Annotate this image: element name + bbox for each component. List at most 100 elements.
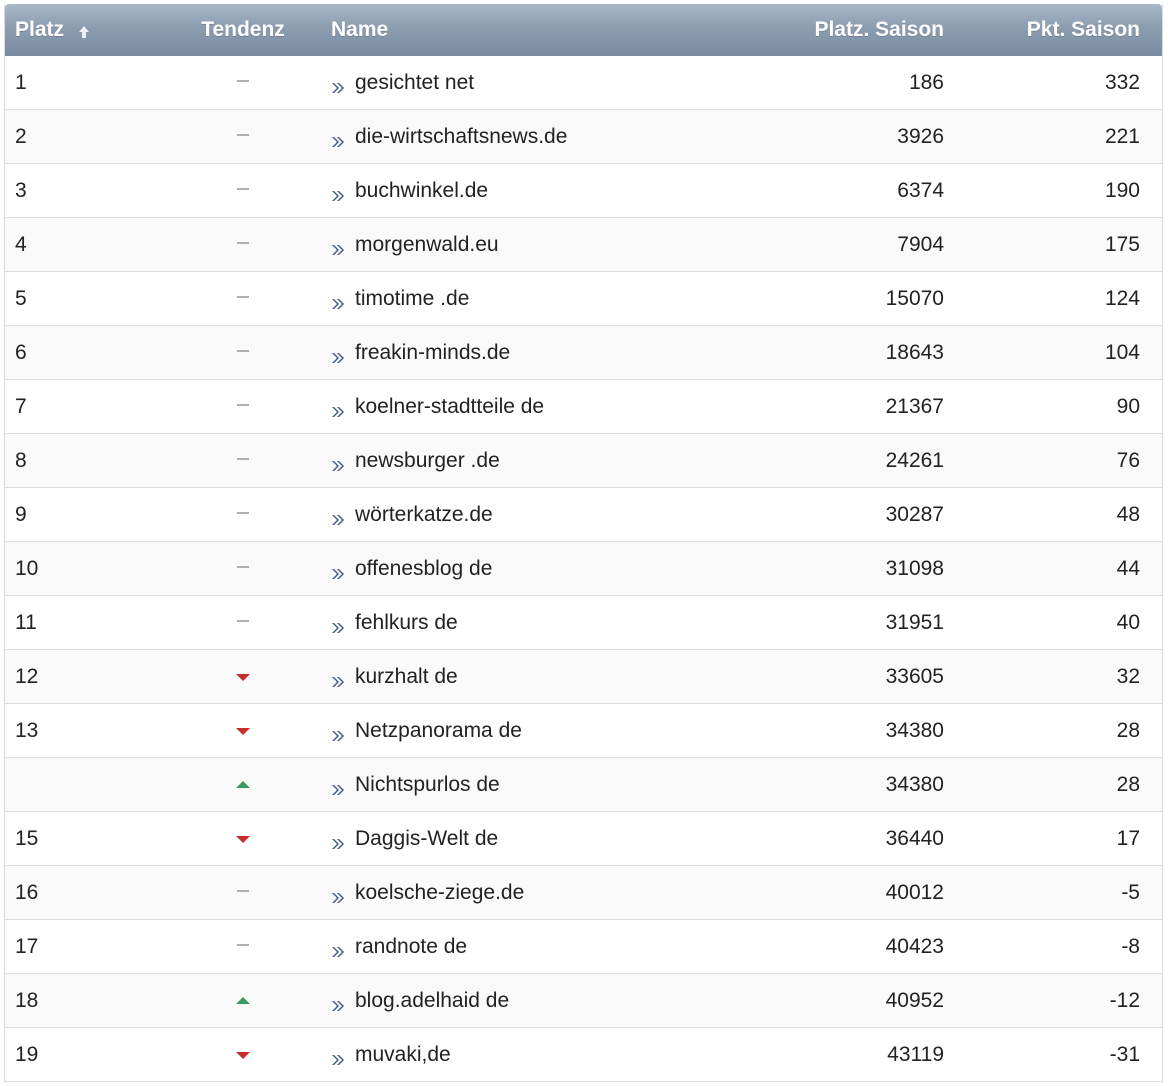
cell-tendenz: [175, 455, 311, 467]
cell-tendenz: [175, 239, 311, 251]
site-name-link[interactable]: offenesblog de: [355, 557, 492, 581]
cell-name[interactable]: Nichtspurlos de: [311, 773, 601, 797]
site-name-link[interactable]: muvaki,de: [355, 1043, 451, 1067]
cell-platz-saison: 31098: [885, 556, 944, 580]
site-name-link[interactable]: Daggis-Welt de: [355, 827, 498, 851]
cell-name[interactable]: Netzpanorama de: [311, 719, 601, 743]
double-chevron-right-icon: [331, 239, 345, 255]
site-name-link[interactable]: buchwinkel.de: [355, 179, 488, 203]
cell-platz-saison: 31951: [885, 610, 944, 634]
double-chevron-right-icon: [331, 455, 345, 471]
cell-platz: 10: [15, 556, 39, 580]
site-name-link[interactable]: timotime .de: [355, 287, 469, 311]
double-chevron-right-icon: [331, 185, 345, 201]
double-chevron-right-icon: [331, 671, 345, 687]
cell-pkt-saison: 76: [1116, 448, 1140, 472]
trend-same-icon: [235, 941, 251, 953]
site-name-link[interactable]: newsburger .de: [355, 449, 500, 473]
cell-name[interactable]: fehlkurs de: [311, 611, 601, 635]
cell-pkt-saison: -5: [1121, 880, 1140, 904]
cell-platz: 19: [15, 1042, 39, 1066]
table-header: Platz Tendenz Name Platz. Saison Pkt. Sa…: [5, 4, 1162, 56]
double-chevron-right-icon: [331, 131, 345, 147]
site-name-link[interactable]: Nichtspurlos de: [355, 773, 500, 797]
trend-same-icon: [235, 509, 251, 521]
cell-platz-saison: 30287: [885, 502, 944, 526]
cell-tendenz: [175, 347, 311, 359]
table-body: 1 gesichtet net 186 332 2 die-wirtschaft…: [5, 56, 1162, 1082]
cell-name[interactable]: offenesblog de: [311, 557, 601, 581]
cell-name[interactable]: koelsche-ziege.de: [311, 881, 601, 905]
table-row: 5 timotime .de 15070 124: [5, 272, 1162, 326]
site-name-link[interactable]: blog.adelhaid de: [355, 989, 509, 1013]
cell-platz-saison: 21367: [885, 394, 944, 418]
cell-pkt-saison: -31: [1109, 1042, 1140, 1066]
trend-same-icon: [235, 347, 251, 359]
site-name-link[interactable]: gesichtet net: [355, 71, 474, 95]
double-chevron-right-icon: [331, 509, 345, 525]
sort-ascending-icon[interactable]: [78, 21, 90, 38]
cell-tendenz: [175, 77, 311, 89]
site-name-link[interactable]: freakin-minds.de: [355, 341, 510, 365]
cell-name[interactable]: newsburger .de: [311, 449, 601, 473]
cell-name[interactable]: randnote de: [311, 935, 601, 959]
cell-name[interactable]: Daggis-Welt de: [311, 827, 601, 851]
cell-name[interactable]: wörterkatze.de: [311, 503, 601, 527]
cell-name[interactable]: morgenwald.eu: [311, 233, 601, 257]
trend-same-icon: [235, 563, 251, 575]
cell-platz: 5: [15, 286, 27, 310]
column-header-tendenz[interactable]: Tendenz: [175, 18, 311, 42]
double-chevron-right-icon: [331, 833, 345, 849]
trend-same-icon: [235, 77, 251, 89]
cell-platz-saison: 36440: [885, 826, 944, 850]
trend-same-icon: [235, 455, 251, 467]
cell-name[interactable]: timotime .de: [311, 287, 601, 311]
cell-name[interactable]: die-wirtschaftsnews.de: [311, 125, 601, 149]
site-name-link[interactable]: randnote de: [355, 935, 467, 959]
double-chevron-right-icon: [331, 293, 345, 309]
site-name-link[interactable]: wörterkatze.de: [355, 503, 493, 527]
cell-name[interactable]: blog.adelhaid de: [311, 989, 601, 1013]
cell-platz: 15: [15, 826, 39, 850]
cell-tendenz: [175, 887, 311, 899]
cell-platz-saison: 34380: [885, 718, 944, 742]
cell-name[interactable]: freakin-minds.de: [311, 341, 601, 365]
site-name-link[interactable]: koelsche-ziege.de: [355, 881, 524, 905]
cell-platz: 16: [15, 880, 39, 904]
double-chevron-right-icon: [331, 77, 345, 93]
cell-platz-saison: 186: [908, 70, 944, 94]
site-name-link[interactable]: koelner-stadtteile de: [355, 395, 544, 419]
cell-tendenz: [175, 563, 311, 575]
column-header-pkt-saison[interactable]: Pkt. Saison: [944, 18, 1150, 42]
cell-name[interactable]: muvaki,de: [311, 1043, 601, 1067]
cell-name[interactable]: buchwinkel.de: [311, 179, 601, 203]
table-row: 12 kurzhalt de 33605 32: [5, 650, 1162, 704]
column-header-platz[interactable]: Platz: [5, 18, 175, 42]
double-chevron-right-icon: [331, 779, 345, 795]
cell-name[interactable]: kurzhalt de: [311, 665, 601, 689]
cell-name[interactable]: koelner-stadtteile de: [311, 395, 601, 419]
cell-platz: 18: [15, 988, 39, 1012]
cell-pkt-saison: -8: [1121, 934, 1140, 958]
column-header-platz-saison[interactable]: Platz. Saison: [601, 18, 944, 42]
site-name-link[interactable]: Netzpanorama de: [355, 719, 522, 743]
cell-tendenz: [175, 131, 311, 143]
site-name-link[interactable]: kurzhalt de: [355, 665, 458, 689]
cell-platz-saison: 40952: [885, 988, 944, 1012]
table-row: 18 blog.adelhaid de 40952 -12: [5, 974, 1162, 1028]
site-name-link[interactable]: fehlkurs de: [355, 611, 458, 635]
cell-tendenz: [175, 293, 311, 305]
cell-tendenz: [175, 509, 311, 521]
column-header-platz-label: Platz: [15, 18, 65, 41]
site-name-link[interactable]: die-wirtschaftsnews.de: [355, 125, 567, 149]
trend-down-icon: [235, 833, 251, 845]
cell-name[interactable]: gesichtet net: [311, 71, 601, 95]
cell-platz-saison: 7904: [897, 232, 944, 256]
ranking-table: Platz Tendenz Name Platz. Saison Pkt. Sa…: [4, 4, 1163, 1082]
column-header-name[interactable]: Name: [311, 18, 601, 42]
cell-pkt-saison: 332: [1104, 70, 1140, 94]
site-name-link[interactable]: morgenwald.eu: [355, 233, 499, 257]
double-chevron-right-icon: [331, 617, 345, 633]
trend-same-icon: [235, 293, 251, 305]
cell-platz: 17: [15, 934, 39, 958]
